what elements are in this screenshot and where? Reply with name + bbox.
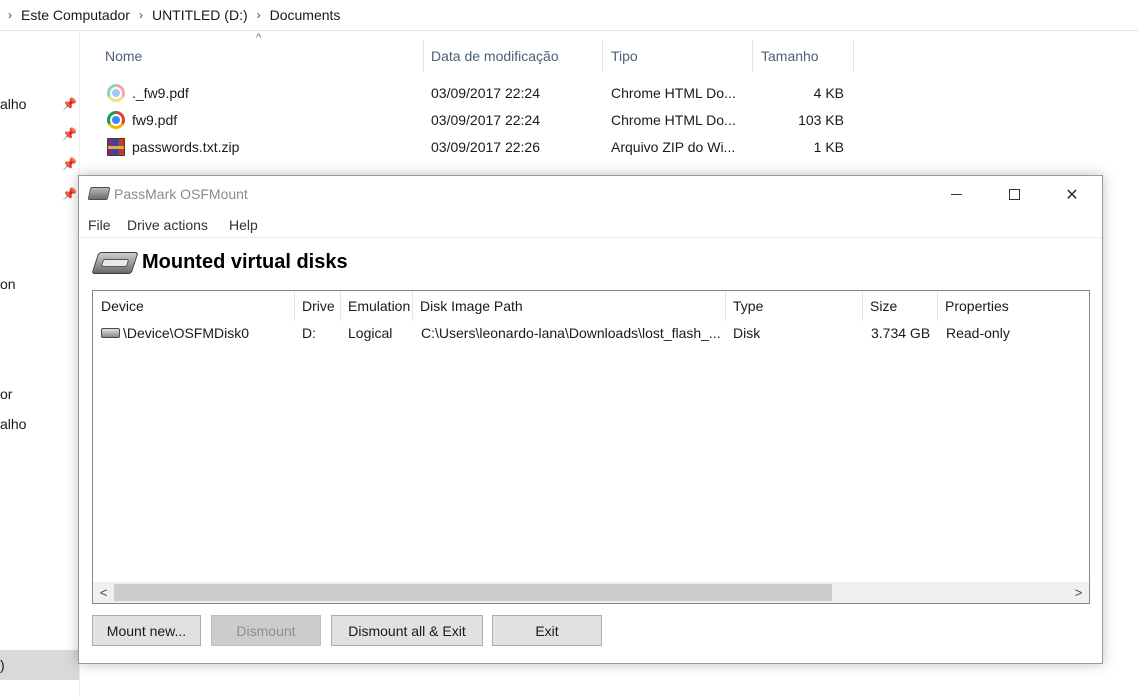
file-row[interactable]: fw9.pdf 03/09/2017 22:24 Chrome HTML Do.…	[96, 107, 856, 134]
scrollbar-thumb[interactable]	[114, 584, 832, 601]
column-header-modified[interactable]: Data de modificação	[422, 40, 603, 72]
file-name: fw9.pdf	[132, 112, 178, 128]
chrome-file-icon	[107, 84, 125, 102]
nav-item[interactable]: alho	[0, 416, 26, 432]
menu-file[interactable]: File	[88, 217, 111, 233]
chevron-right-icon[interactable]: ›	[8, 8, 12, 22]
cell-type: Disk	[733, 325, 761, 341]
column-header-type[interactable]: Tipo	[602, 40, 753, 72]
nav-item[interactable]: or	[0, 386, 12, 402]
cell-emulation: Logical	[348, 325, 393, 341]
column-header-size[interactable]: Tamanho	[752, 40, 854, 72]
breadcrumb-item-computer[interactable]: Este Computador	[21, 7, 130, 23]
file-type: Chrome HTML Do...	[611, 112, 736, 128]
column-header-size[interactable]: Size	[862, 291, 938, 321]
file-row[interactable]: passwords.txt.zip 03/09/2017 22:26 Arqui…	[96, 134, 856, 161]
column-header-emulation[interactable]: Emulation	[340, 291, 413, 321]
cell-device: \Device\OSFMDisk0	[123, 325, 250, 341]
breadcrumb-item-drive[interactable]: UNTITLED (D:)	[152, 7, 248, 23]
pin-icon[interactable]: 📌	[62, 157, 77, 171]
menu-drive-actions[interactable]: Drive actions	[127, 217, 208, 233]
exit-button[interactable]: Exit	[492, 615, 602, 646]
minimize-button[interactable]	[927, 176, 985, 213]
pin-icon[interactable]: 📌	[62, 187, 77, 201]
column-header-drive[interactable]: Drive	[294, 291, 341, 321]
cell-properties: Read-only	[946, 325, 1010, 341]
table-row[interactable]: \Device\OSFMDisk0 D: Logical C:\Users\le…	[93, 321, 1089, 345]
scroll-right-button[interactable]: >	[1068, 582, 1089, 603]
column-header-device[interactable]: Device	[93, 291, 295, 321]
list-header: Device Drive Emulation Disk Image Path T…	[93, 291, 1089, 321]
winrar-archive-icon	[107, 138, 125, 156]
osfmount-window: PassMark OSFMount ✕ File Drive actions H…	[78, 175, 1103, 664]
file-row[interactable]: ._fw9.pdf 03/09/2017 22:24 Chrome HTML D…	[96, 80, 856, 107]
column-header-disk-image-path[interactable]: Disk Image Path	[412, 291, 726, 321]
cell-drive: D:	[302, 325, 316, 341]
scroll-left-button[interactable]: <	[93, 582, 114, 603]
file-modified: 03/09/2017 22:24	[431, 112, 540, 128]
page-title: Mounted virtual disks	[142, 251, 348, 273]
horizontal-scrollbar[interactable]: < >	[93, 582, 1089, 603]
maximize-icon	[1008, 189, 1020, 200]
column-header-name[interactable]: Nome	[96, 40, 424, 72]
close-button[interactable]: ✕	[1043, 176, 1101, 213]
cell-size: 3.734 GB	[871, 325, 931, 341]
file-size: 4 KB	[813, 85, 844, 101]
nav-item[interactable]: alho	[0, 96, 26, 112]
close-icon: ✕	[1065, 186, 1079, 204]
dismount-all-exit-button[interactable]: Dismount all & Exit	[331, 615, 483, 646]
column-header-properties[interactable]: Properties	[937, 291, 1089, 321]
maximize-button[interactable]	[985, 176, 1043, 213]
column-header-type[interactable]: Type	[725, 291, 863, 321]
desktop: › Este Computador › UNTITLED (D:) › Docu…	[0, 0, 1138, 698]
mounted-disks-list[interactable]: Device Drive Emulation Disk Image Path T…	[92, 290, 1090, 604]
file-type: Chrome HTML Do...	[611, 85, 736, 101]
file-name: passwords.txt.zip	[132, 139, 240, 155]
menu-help[interactable]: Help	[229, 217, 258, 233]
window-title: PassMark OSFMount	[114, 186, 248, 202]
disk-icon	[101, 328, 120, 338]
chevron-right-icon[interactable]: ›	[257, 8, 261, 22]
dismount-button[interactable]: Dismount	[211, 615, 321, 646]
file-modified: 03/09/2017 22:24	[431, 85, 540, 101]
file-modified: 03/09/2017 22:26	[431, 139, 540, 155]
file-size: 1 KB	[813, 139, 844, 155]
disk-drive-icon	[91, 252, 139, 274]
chrome-file-icon	[107, 111, 125, 129]
nav-item-selected[interactable]: )	[0, 650, 79, 680]
breadcrumb: › Este Computador › UNTITLED (D:) › Docu…	[0, 0, 1138, 31]
file-name: ._fw9.pdf	[132, 85, 189, 101]
pin-icon[interactable]: 📌	[62, 127, 77, 141]
title-bar[interactable]: PassMark OSFMount ✕	[79, 176, 1102, 213]
cell-disk-image-path: C:\Users\leonardo-lana\Downloads\lost_fl…	[421, 325, 721, 341]
breadcrumb-item-documents[interactable]: Documents	[270, 7, 341, 23]
navigation-pane: alho 📌 📌 📌 📌 on or alho )	[0, 31, 80, 698]
osfmount-app-icon	[87, 187, 111, 200]
chevron-right-icon[interactable]: ›	[139, 8, 143, 22]
pin-icon[interactable]: 📌	[62, 97, 77, 111]
file-size: 103 KB	[798, 112, 844, 128]
mount-new-button[interactable]: Mount new...	[92, 615, 201, 646]
minimize-icon	[950, 194, 962, 195]
nav-item[interactable]: on	[0, 276, 16, 292]
file-type: Arquivo ZIP do Wi...	[611, 139, 736, 155]
menu-bar: File Drive actions Help	[79, 214, 1102, 238]
